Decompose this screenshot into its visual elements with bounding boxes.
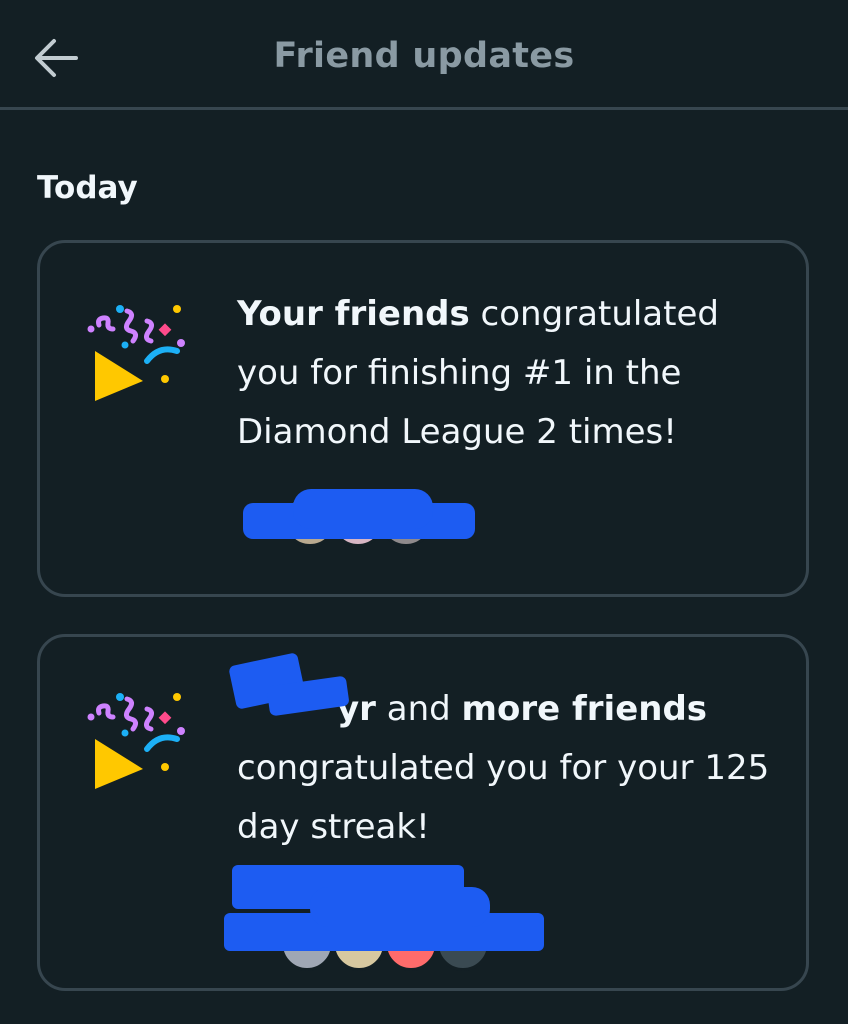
- party-popper-icon: [85, 687, 201, 791]
- party-popper-icon: [85, 299, 201, 403]
- redaction-mark: [310, 887, 490, 927]
- update-connector: and: [375, 689, 462, 729]
- update-bold-more: more friends: [461, 689, 708, 729]
- redaction-mark: [293, 489, 433, 529]
- update-text: congratulated you for your 125 day strea…: [237, 748, 770, 847]
- update-message: Your friends congratulated you for finis…: [237, 285, 777, 462]
- top-bar: Friend updates: [0, 0, 848, 110]
- section-label-today: Today: [37, 170, 138, 206]
- friend-update-card[interactable]: Your friends congratulated you for finis…: [37, 240, 809, 597]
- page-title: Friend updates: [273, 36, 575, 76]
- update-bold-lead: Your friends: [237, 294, 470, 334]
- friend-update-card[interactable]: yr and more friends congratulated you fo…: [37, 634, 809, 991]
